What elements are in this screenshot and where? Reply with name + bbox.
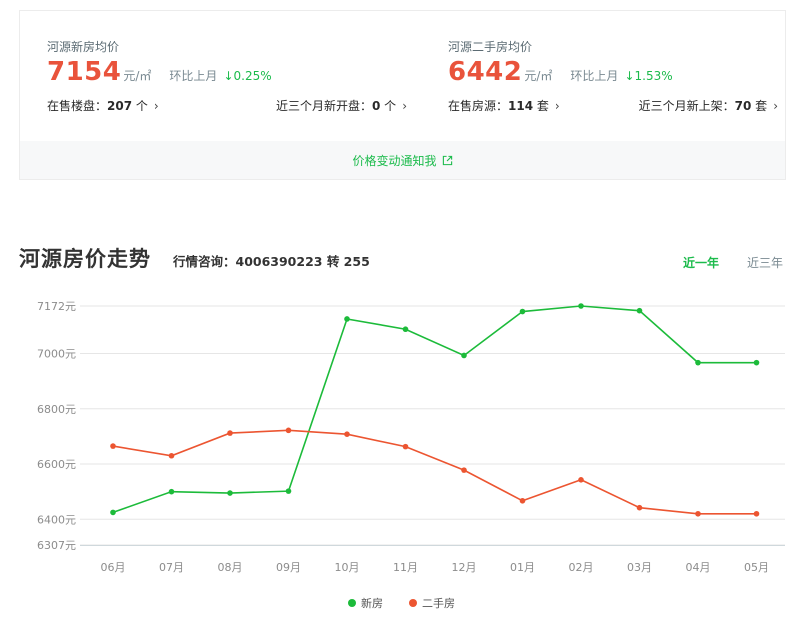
legend-item-new-house[interactable]: 新房 <box>348 596 383 610</box>
x-tick-label: 09月 <box>276 561 301 574</box>
legend-marker <box>348 599 356 607</box>
legend-marker <box>409 599 417 607</box>
new-house-links: 在售楼盘：207 个 › 近三个月新开盘：0 个 › <box>47 97 407 114</box>
second-hand-series-line <box>112 429 757 515</box>
second-hand-data-point[interactable] <box>695 510 701 517</box>
listings-suffix: 套 <box>533 99 549 113</box>
y-tick-label: 7172元 <box>37 300 76 313</box>
x-tick-label: 06月 <box>101 561 126 574</box>
tab-one-year[interactable]: 近一年 <box>683 254 719 271</box>
y-tick-label: 6800元 <box>37 403 76 416</box>
new-house-data-point[interactable] <box>636 307 643 314</box>
new-listings-link[interactable]: 近三个月新上架：70 套 › <box>639 97 778 114</box>
new-house-compare-value: ↓0.25% <box>223 69 272 83</box>
new-house-unit: 元/㎡ <box>123 69 152 83</box>
second-hand-data-point[interactable] <box>285 427 292 434</box>
price-change-notify-link[interactable]: 价格变动通知我 <box>352 152 452 169</box>
new-openings-suffix: 个 <box>380 99 397 113</box>
new-house-data-point[interactable] <box>402 326 409 333</box>
second-hand-data-point[interactable] <box>578 476 584 483</box>
on-sale-projects-label: 在售楼盘： <box>47 99 108 113</box>
x-tick-label: 03月 <box>627 561 652 574</box>
x-tick-label: 11月 <box>393 561 418 574</box>
second-hand-data-point[interactable] <box>461 467 467 473</box>
on-sale-projects-suffix: 个 <box>132 99 148 113</box>
new-house-data-point[interactable] <box>461 352 467 359</box>
new-house-data-point[interactable] <box>110 509 116 516</box>
new-house-title: 河源新房均价 <box>47 40 120 54</box>
new-house-data-point[interactable] <box>695 359 701 366</box>
on-sale-projects-link[interactable]: 在售楼盘：207 个 › <box>47 97 159 114</box>
x-tick-label: 04月 <box>686 561 711 574</box>
listings-link[interactable]: 在售房源：114 套 › <box>448 97 560 114</box>
tab-three-years[interactable]: 近三年 <box>747 254 783 271</box>
y-tick-label: 6400元 <box>37 513 76 526</box>
price-summary-card: 河源新房均价 7154 元/㎡ 环比上月 ↓0.25% 在售楼盘：207 个 › … <box>19 10 786 180</box>
second-hand-data-point[interactable] <box>753 510 760 517</box>
chevron-right-icon: › <box>402 99 407 113</box>
notify-label: 价格变动通知我 <box>352 153 437 168</box>
x-tick-label: 05月 <box>744 561 769 574</box>
listings-count: 114 <box>508 99 534 113</box>
trend-title: 河源房价走势 <box>19 247 151 271</box>
x-tick-label: 12月 <box>452 561 477 574</box>
new-house-data-point[interactable] <box>168 488 175 495</box>
second-hand-title: 河源二手房均价 <box>448 40 533 54</box>
new-house-data-point[interactable] <box>285 488 292 494</box>
second-hand-data-point[interactable] <box>519 497 526 504</box>
x-tick-label: 02月 <box>569 561 594 574</box>
second-hand-compare-value: ↓1.53% <box>624 69 673 83</box>
new-openings-link[interactable]: 近三个月新开盘：0 个 › <box>276 97 407 114</box>
listings-label: 在售房源： <box>448 99 509 113</box>
x-tick-label: 01月 <box>510 561 535 574</box>
hotline: 行情咨询：4006390223 转 255 <box>173 254 370 269</box>
new-house-data-point[interactable] <box>519 308 526 315</box>
price-trend-chart: 7172元 7000元 6800元 6600元 6400元 6307元 06月 07月 08月 0… <box>37 300 785 610</box>
legend-label: 新房 <box>361 596 383 610</box>
x-tick-label: 07月 <box>159 561 184 574</box>
second-hand-price-row: 6442 元/㎡ 环比上月 ↓1.53% <box>448 57 778 91</box>
notify-bar: 价格变动通知我 <box>20 141 785 179</box>
new-house-data-point[interactable] <box>227 490 233 496</box>
chevron-right-icon: › <box>153 99 159 113</box>
new-listings-count: 70 <box>734 99 752 113</box>
new-house-price-row: 7154 元/㎡ 环比上月 ↓0.25% <box>47 57 407 91</box>
second-hand-stat: 河源二手房均价 6442 元/㎡ 环比上月 ↓1.53% 在售房源：114 套 ›… <box>448 39 778 114</box>
legend-item-second-hand[interactable]: 二手房 <box>409 596 455 610</box>
second-hand-data-point[interactable] <box>344 431 350 438</box>
second-hand-data-point[interactable] <box>636 504 643 511</box>
second-hand-links: 在售房源：114 套 › 近三个月新上架：70 套 › <box>448 97 778 114</box>
second-hand-data-point[interactable] <box>168 452 175 459</box>
chevron-right-icon: › <box>773 99 778 113</box>
legend-label: 二手房 <box>422 596 455 610</box>
y-tick-label: 7000元 <box>37 348 76 361</box>
chevron-right-icon: › <box>554 99 560 113</box>
second-hand-price: 6442 <box>448 57 523 87</box>
new-house-price: 7154 <box>47 57 122 87</box>
new-house-data-point[interactable] <box>753 359 760 366</box>
x-tick-label: 10月 <box>335 561 360 574</box>
new-house-data-point[interactable] <box>578 303 584 309</box>
external-link-icon <box>442 155 452 165</box>
new-listings-label: 近三个月新上架： <box>638 99 735 113</box>
y-tick-label: 6307元 <box>37 539 76 552</box>
second-hand-data-point[interactable] <box>402 443 409 450</box>
new-house-stat: 河源新房均价 7154 元/㎡ 环比上月 ↓0.25% 在售楼盘：207 个 › … <box>47 39 407 114</box>
on-sale-projects-count: 207 <box>107 99 133 113</box>
new-listings-suffix: 套 <box>751 99 768 113</box>
new-house-data-point[interactable] <box>344 316 350 322</box>
new-house-compare-label: 环比上月 <box>169 69 218 83</box>
y-tick-label: 6600元 <box>37 458 76 471</box>
second-hand-data-point[interactable] <box>110 443 116 449</box>
second-hand-unit: 元/㎡ <box>524 69 553 83</box>
x-tick-label: 08月 <box>218 561 243 574</box>
second-hand-data-point[interactable] <box>227 430 233 436</box>
new-openings-label: 近三个月新开盘： <box>275 99 372 113</box>
second-hand-compare-label: 环比上月 <box>570 69 619 83</box>
